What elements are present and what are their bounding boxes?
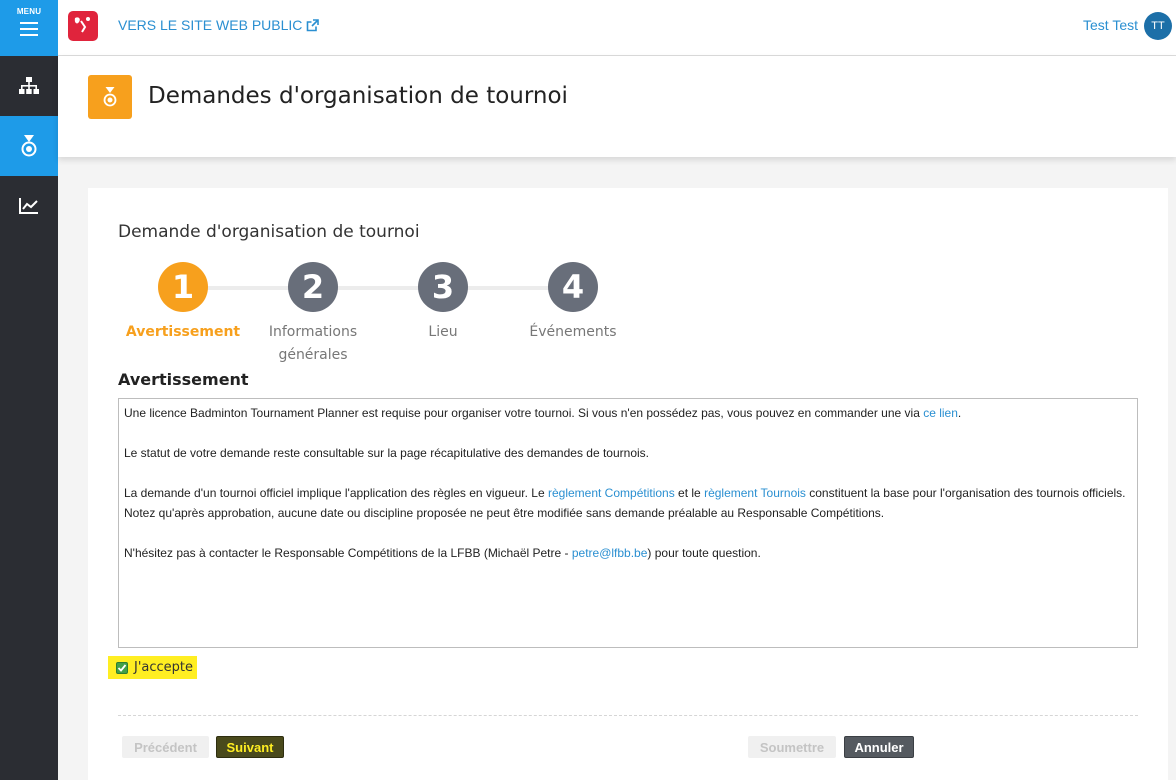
top-header: VERS LE SITE WEB PUBLIC Test Test TT — [58, 0, 1176, 56]
line-chart-icon — [19, 198, 38, 214]
step-4[interactable]: 4 Événements — [508, 262, 638, 344]
step-3-number: 3 — [418, 262, 468, 312]
warning-paragraph-4: N'hésitez pas à contacter le Responsable… — [124, 546, 761, 560]
sidebar-item-statistics[interactable] — [0, 176, 58, 236]
divider — [118, 715, 1138, 716]
step-4-number: 4 — [548, 262, 598, 312]
page-title: Demandes d'organisation de tournoi — [148, 83, 568, 109]
sidebar-item-tournaments[interactable] — [0, 116, 58, 176]
step-4-label: Événements — [529, 324, 617, 340]
stepper: 1 Avertissement 2 Informations générales… — [118, 262, 658, 363]
avatar[interactable]: TT — [1144, 12, 1172, 40]
menu-button[interactable]: MENU — [0, 0, 58, 56]
step-3[interactable]: 3 Lieu — [378, 262, 508, 344]
badminton-logo-icon — [74, 17, 90, 33]
user-name[interactable]: Test Test — [1083, 17, 1138, 33]
warning-box: Une licence Badminton Tournament Planner… — [118, 398, 1138, 648]
checkmark-icon — [117, 663, 127, 672]
card-title: Demande d'organisation de tournoi — [118, 222, 420, 242]
competitions-rules-link[interactable]: règlement Compétitions — [548, 486, 675, 500]
contact-email-link[interactable]: petre@lfbb.be — [572, 546, 648, 560]
warning-paragraph-1: Une licence Badminton Tournament Planner… — [124, 406, 962, 420]
public-site-link[interactable]: VERS LE SITE WEB PUBLIC — [118, 17, 320, 33]
external-link-icon — [307, 18, 320, 31]
menu-label: MENU — [16, 7, 42, 16]
step-2-number: 2 — [288, 262, 338, 312]
next-button[interactable]: Suivant — [216, 736, 284, 758]
sidebar: MENU — [0, 0, 58, 780]
step-1[interactable]: 1 Avertissement — [118, 262, 248, 344]
medal-icon — [21, 135, 37, 157]
hamburger-icon — [20, 22, 38, 40]
public-site-link-label: VERS LE SITE WEB PUBLIC — [118, 17, 303, 33]
step-1-label: Avertissement — [125, 324, 241, 340]
warning-paragraph-2: Le statut de votre demande reste consult… — [124, 446, 649, 460]
accept-label: J'accepte — [134, 660, 194, 675]
sidebar-item-structure[interactable] — [0, 56, 58, 116]
request-card: Demande d'organisation de tournoi 1 Aver… — [88, 188, 1168, 780]
submit-button[interactable]: Soumettre — [748, 736, 836, 758]
step-1-number: 1 — [158, 262, 208, 312]
tournaments-rules-link[interactable]: règlement Tournois — [704, 486, 806, 500]
accept-checkbox[interactable] — [116, 661, 128, 674]
lfbb-logo[interactable] — [68, 11, 98, 41]
step-3-label: Lieu — [428, 324, 458, 340]
accept-checkbox-group[interactable]: J'accepte — [108, 656, 198, 679]
warning-paragraph-3: La demande d'un tournoi officiel impliqu… — [124, 486, 1126, 520]
sitemap-icon — [19, 77, 39, 94]
cancel-button[interactable]: Annuler — [844, 736, 914, 758]
page-medal-icon — [88, 75, 132, 119]
order-license-link[interactable]: ce lien — [923, 406, 958, 420]
step-2[interactable]: 2 Informations générales — [248, 262, 378, 367]
step-2-label: Informations générales — [268, 324, 358, 363]
section-heading: Avertissement — [118, 370, 249, 389]
previous-button[interactable]: Précédent — [122, 736, 209, 758]
page-header: Demandes d'organisation de tournoi — [58, 56, 1176, 157]
